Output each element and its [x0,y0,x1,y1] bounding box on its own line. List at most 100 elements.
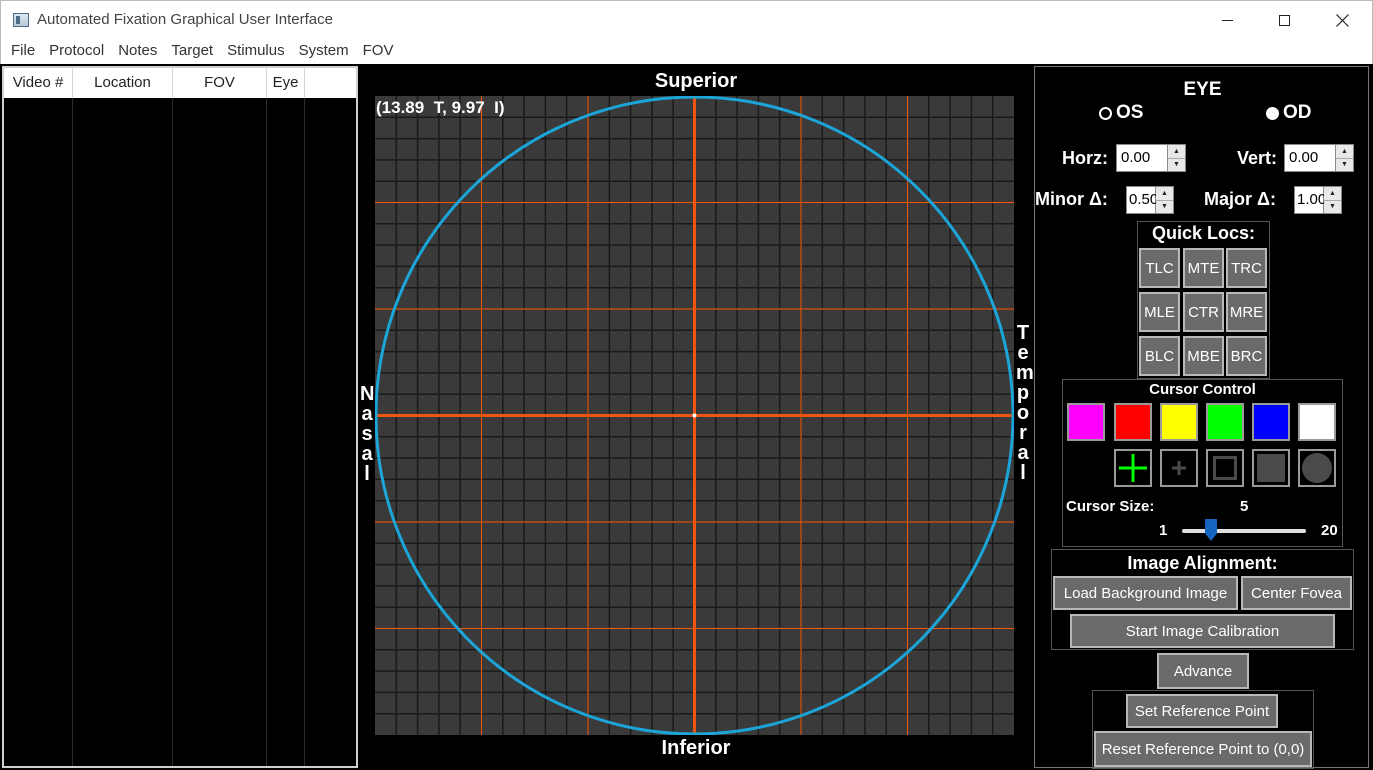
minor-delta-input[interactable]: 0.50 [1126,186,1158,214]
fixation-center-dot [692,413,697,418]
cursor-size-slider[interactable] [1182,529,1306,533]
app-icon [13,13,29,27]
spin-up-icon[interactable]: ▲ [1336,145,1353,159]
os-radio[interactable]: OS [1099,102,1143,124]
menu-protocol[interactable]: Protocol [42,38,111,64]
column-divider [72,98,73,766]
minor-delta-spinbox[interactable]: 0.50 ▲ ▼ [1126,186,1174,214]
os-label: OS [1116,102,1144,123]
quick-loc-ctr-button[interactable]: CTR [1183,292,1224,332]
fixation-grid[interactable] [375,96,1014,735]
radio-checked-icon [1266,106,1279,120]
quick-loc-mte-button[interactable]: MTE [1183,248,1224,288]
spin-up-icon[interactable]: ▲ [1324,187,1341,201]
filled-circle-icon [1302,453,1332,483]
horz-spinbox[interactable]: 0.00 ▲ ▼ [1116,144,1186,172]
inferior-label: Inferior [661,737,731,759]
column-header-empty [305,68,356,98]
radio-unchecked-icon [1099,106,1112,120]
quick-loc-brc-button[interactable]: BRC [1226,336,1267,376]
major-delta-label: Major Δ: [1204,189,1276,209]
cursor-shape-hollow-square[interactable] [1206,449,1244,487]
cursor-shape-filled-square[interactable] [1252,449,1290,487]
menu-file[interactable]: File [4,38,42,64]
column-divider [172,98,173,766]
image-alignment-heading: Image Alignment: [1127,553,1278,573]
spin-up-icon[interactable]: ▲ [1168,145,1185,159]
major-delta-spinbox[interactable]: 1.00 ▲ ▼ [1294,186,1342,214]
cursor-color-yellow[interactable] [1160,403,1198,441]
close-button[interactable] [1314,1,1370,39]
table-header: Video # Location FOV Eye [4,68,356,98]
column-divider [304,98,305,766]
quick-loc-mle-button[interactable]: MLE [1139,292,1180,332]
cursor-color-blue[interactable] [1252,403,1290,441]
vert-label: Vert: [1237,148,1278,168]
superior-label: Superior [654,70,738,92]
video-table[interactable]: Video # Location FOV Eye [4,68,356,766]
menu-bar: File Protocol Notes Target Stimulus Syst… [0,38,1373,64]
cursor-coordinate-readout: (13.89 T, 9.97 I) [376,98,505,117]
column-divider [266,98,267,766]
quick-loc-mbe-button[interactable]: MBE [1183,336,1224,376]
spin-down-icon[interactable]: ▼ [1168,159,1185,172]
video-list-panel: Video # Location FOV Eye [2,66,358,768]
start-image-calibration-button[interactable]: Start Image Calibration [1070,614,1335,648]
nasal-label: N a s a l [360,383,375,485]
window-title: Automated Fixation Graphical User Interf… [37,11,333,28]
quick-loc-mre-button[interactable]: MRE [1226,292,1267,332]
eye-heading: EYE [1183,79,1222,100]
spin-down-icon[interactable]: ▼ [1324,201,1341,214]
cursor-shape-filled-circle[interactable] [1298,449,1336,487]
hollow-square-icon [1213,456,1237,480]
vert-input[interactable]: 0.00 [1284,144,1336,172]
maximize-button[interactable] [1256,1,1312,39]
spin-down-icon[interactable]: ▼ [1336,159,1353,172]
minor-delta-label: Minor Δ: [1035,189,1108,209]
maximize-icon [1278,14,1290,26]
reset-reference-point-button[interactable]: Reset Reference Point to (0,0) [1094,731,1312,767]
set-reference-point-button[interactable]: Set Reference Point [1126,694,1278,728]
menu-system[interactable]: System [292,38,356,64]
filled-square-icon [1257,454,1285,482]
column-header-location[interactable]: Location [73,68,173,98]
quick-loc-trc-button[interactable]: TRC [1226,248,1267,288]
menu-target[interactable]: Target [164,38,220,64]
minimize-icon [1221,19,1233,21]
cursor-shape-large-cross[interactable] [1114,449,1152,487]
cursor-size-value: 5 [1240,498,1249,515]
column-header-eye[interactable]: Eye [267,68,305,98]
cursor-shape-small-cross[interactable] [1160,449,1198,487]
horz-label: Horz: [1062,148,1108,168]
menu-fov[interactable]: FOV [356,38,401,64]
control-panel: EYE OS OD Horz: 0.00 ▲ ▼ Vert: 0.00 ▲ ▼ Mi… [1034,66,1369,769]
load-background-image-button[interactable]: Load Background Image [1053,576,1238,610]
cursor-size-label: Cursor Size: [1066,498,1155,515]
cursor-size-min: 1 [1159,522,1168,539]
title-bar: Automated Fixation Graphical User Interf… [0,0,1373,38]
quick-loc-tlc-button[interactable]: TLC [1139,248,1180,288]
large-cross-icon [1119,454,1147,482]
quick-loc-blc-button[interactable]: BLC [1139,336,1180,376]
advance-button[interactable]: Advance [1157,653,1249,689]
minimize-button[interactable] [1199,1,1255,39]
spin-down-icon[interactable]: ▼ [1156,201,1173,214]
column-header-fov[interactable]: FOV [173,68,267,98]
cursor-color-red[interactable] [1114,403,1152,441]
menu-notes[interactable]: Notes [111,38,164,64]
major-delta-input[interactable]: 1.00 [1294,186,1326,214]
temporal-label: T e m p o r a l [1016,322,1034,484]
fixation-grid-panel: Superior Inferior N a s a l T e m p o r … [360,66,1034,770]
horz-input[interactable]: 0.00 [1116,144,1168,172]
center-fovea-button[interactable]: Center Fovea [1241,576,1352,610]
cursor-control-heading: Cursor Control [1149,381,1256,398]
close-icon [1335,13,1349,27]
column-header-video[interactable]: Video # [4,68,73,98]
vert-spinbox[interactable]: 0.00 ▲ ▼ [1284,144,1354,172]
od-radio[interactable]: OD [1266,102,1312,124]
spin-up-icon[interactable]: ▲ [1156,187,1173,201]
cursor-color-magenta[interactable] [1067,403,1105,441]
cursor-color-white[interactable] [1298,403,1336,441]
cursor-color-green[interactable] [1206,403,1244,441]
menu-stimulus[interactable]: Stimulus [220,38,292,64]
